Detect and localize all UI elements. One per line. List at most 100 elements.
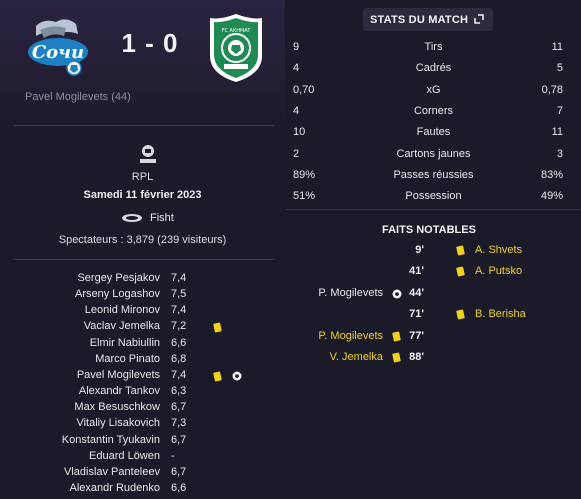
player-rating: 6,3 bbox=[171, 385, 187, 398]
stat-label: Possession bbox=[405, 190, 462, 203]
player-row[interactable]: Arseny Logashov 7,5 bbox=[0, 287, 285, 304]
match-date: Samedi 11 février 2023 bbox=[83, 189, 202, 201]
stadium-name[interactable]: Fisht bbox=[150, 212, 174, 224]
away-team-crest-icon[interactable]: FC AKHMAT bbox=[206, 12, 266, 84]
event-minute: 77' bbox=[409, 329, 424, 342]
player-row[interactable]: Elmir Nabiullin 6,6 bbox=[0, 336, 285, 353]
event-row[interactable]: 77' P. Mogilevets bbox=[286, 327, 581, 348]
yellow-card-icon bbox=[213, 322, 222, 334]
event-row[interactable]: 41' A. Putsko bbox=[286, 262, 581, 283]
stadium-icon bbox=[122, 214, 142, 222]
events-title: FAITS NOTABLES bbox=[382, 224, 476, 236]
svg-text:Сочи: Сочи bbox=[32, 42, 84, 63]
player-rating: 7,4 bbox=[171, 272, 187, 284]
player-name[interactable]: Konstantin Tyukavin bbox=[62, 434, 160, 446]
event-minute: 71' bbox=[409, 308, 424, 321]
event-player[interactable]: P. Mogilevets bbox=[318, 287, 383, 299]
stat-row: 4 Corners 7 bbox=[286, 101, 581, 122]
player-name[interactable]: Arseny Logashov bbox=[75, 288, 160, 300]
player-row[interactable]: Sergey Pesjakov 7,4 bbox=[0, 271, 285, 288]
event-player[interactable]: B. Berisha bbox=[475, 308, 526, 320]
stat-label: Cadrés bbox=[415, 62, 452, 75]
player-rating: 6,6 bbox=[171, 481, 187, 494]
event-row[interactable]: 71' B. Berisha bbox=[286, 305, 581, 326]
stat-row: 4 Cadrés 5 bbox=[286, 58, 581, 79]
yellow-card-icon bbox=[456, 266, 465, 278]
player-name[interactable]: Vaclav Jemelka bbox=[84, 320, 160, 332]
stat-away-value: 3 bbox=[556, 147, 563, 160]
player-row[interactable]: Alexandr Rudenko 6,6 bbox=[0, 481, 285, 498]
player-rating: - bbox=[171, 449, 175, 462]
stat-row: 10 Fautes 11 bbox=[286, 122, 581, 143]
player-name[interactable]: Alexandr Rudenko bbox=[69, 482, 160, 494]
stat-label: Cartons jaunes bbox=[396, 147, 471, 160]
yellow-card-icon bbox=[392, 352, 401, 363]
player-row[interactable]: Vaclav Jemelka 7,2 bbox=[0, 319, 285, 336]
player-name[interactable]: Marco Pinato bbox=[95, 353, 160, 365]
stat-label: Fautes bbox=[416, 126, 451, 139]
stat-row: 0,70 xG 0,78 bbox=[286, 80, 581, 101]
divider bbox=[286, 209, 581, 210]
divider bbox=[13, 125, 275, 126]
stat-away-value: 11 bbox=[551, 41, 563, 53]
divider bbox=[13, 259, 275, 260]
player-rating: 7,2 bbox=[171, 320, 187, 333]
player-row[interactable]: Vitaliy Lisakovich 7,3 bbox=[0, 416, 285, 433]
event-player[interactable]: P. Mogilevets bbox=[318, 330, 383, 342]
match-score: 1 - 0 bbox=[121, 28, 179, 58]
event-row[interactable]: 88' V. Jemelka bbox=[286, 348, 581, 369]
stat-label: xG bbox=[426, 83, 441, 96]
player-rating: 7,3 bbox=[171, 417, 187, 430]
yellow-card-icon bbox=[392, 330, 401, 342]
player-rating: 6,6 bbox=[171, 336, 187, 349]
player-name[interactable]: Sergey Pesjakov bbox=[77, 272, 160, 284]
player-row[interactable]: Konstantin Tyukavin 6,7 bbox=[0, 433, 285, 450]
player-rating: 6,8 bbox=[171, 352, 187, 365]
player-rating: 7,5 bbox=[171, 288, 187, 301]
stat-label: Corners bbox=[413, 104, 454, 117]
player-name[interactable]: Max Besuschkow bbox=[74, 401, 160, 413]
event-player[interactable]: V. Jemelka bbox=[330, 351, 383, 363]
stat-away-value: 0,78 bbox=[541, 83, 563, 96]
expand-icon[interactable] bbox=[474, 14, 484, 24]
event-player[interactable]: A. Shvets bbox=[475, 244, 522, 256]
player-row[interactable]: Marco Pinato 6,8 bbox=[0, 352, 285, 369]
stat-away-value: 11 bbox=[551, 126, 563, 139]
player-rating: 6,7 bbox=[171, 465, 187, 478]
league-logo-icon[interactable] bbox=[138, 143, 158, 165]
event-row[interactable]: 9' A. Shvets bbox=[286, 241, 581, 262]
event-minute: 88' bbox=[409, 351, 424, 363]
stat-away-value: 7 bbox=[556, 104, 563, 117]
stat-row: 89% Passes réussies 83% bbox=[286, 165, 581, 186]
home-team-crest-icon[interactable]: Сочи bbox=[22, 12, 94, 84]
event-minute: 9' bbox=[415, 244, 424, 256]
yellow-card-icon bbox=[456, 245, 465, 256]
player-row[interactable]: Vladislav Panteleev 6,7 bbox=[0, 465, 285, 482]
player-row[interactable]: Pavel Mogilevets 7,4 bbox=[0, 368, 285, 385]
player-row[interactable]: Alexandr Tankov 6,3 bbox=[0, 384, 285, 401]
league-name[interactable]: RPL bbox=[0, 171, 285, 183]
player-rating: 7,4 bbox=[171, 304, 187, 317]
stat-row: 9 Tirs 11 bbox=[286, 37, 581, 58]
stat-label: Tirs bbox=[424, 41, 443, 53]
player-name[interactable]: Vitaliy Lisakovich bbox=[76, 417, 160, 429]
event-player[interactable]: A. Putsko bbox=[475, 265, 522, 277]
player-name[interactable]: Elmir Nabiullin bbox=[90, 337, 160, 349]
player-of-the-match[interactable]: Pavel Mogilevets (44) bbox=[25, 91, 131, 103]
player-row[interactable]: Leonid Mironov 7,4 bbox=[0, 303, 285, 320]
attendance: Spectateurs : 3,879 (239 visiteurs) bbox=[58, 234, 227, 246]
stat-row: 2 Cartons jaunes 3 bbox=[286, 144, 581, 165]
stat-away-value: 83% bbox=[540, 168, 563, 181]
player-name[interactable]: Vladislav Panteleev bbox=[64, 466, 160, 478]
player-row[interactable]: Eduard Löwen - bbox=[0, 449, 285, 466]
goal-ball-icon bbox=[232, 371, 242, 381]
stats-title[interactable]: STATS DU MATCH bbox=[370, 14, 468, 26]
event-minute: 41' bbox=[409, 265, 424, 278]
player-name[interactable]: Leonid Mironov bbox=[85, 304, 160, 316]
player-name[interactable]: Alexandr Tankov bbox=[79, 385, 160, 397]
player-name[interactable]: Pavel Mogilevets bbox=[77, 369, 160, 381]
goal-ball-icon bbox=[392, 289, 402, 299]
player-name[interactable]: Eduard Löwen bbox=[89, 450, 160, 462]
event-row[interactable]: 44' P. Mogilevets bbox=[286, 284, 581, 305]
player-row[interactable]: Max Besuschkow 6,7 bbox=[0, 400, 285, 417]
